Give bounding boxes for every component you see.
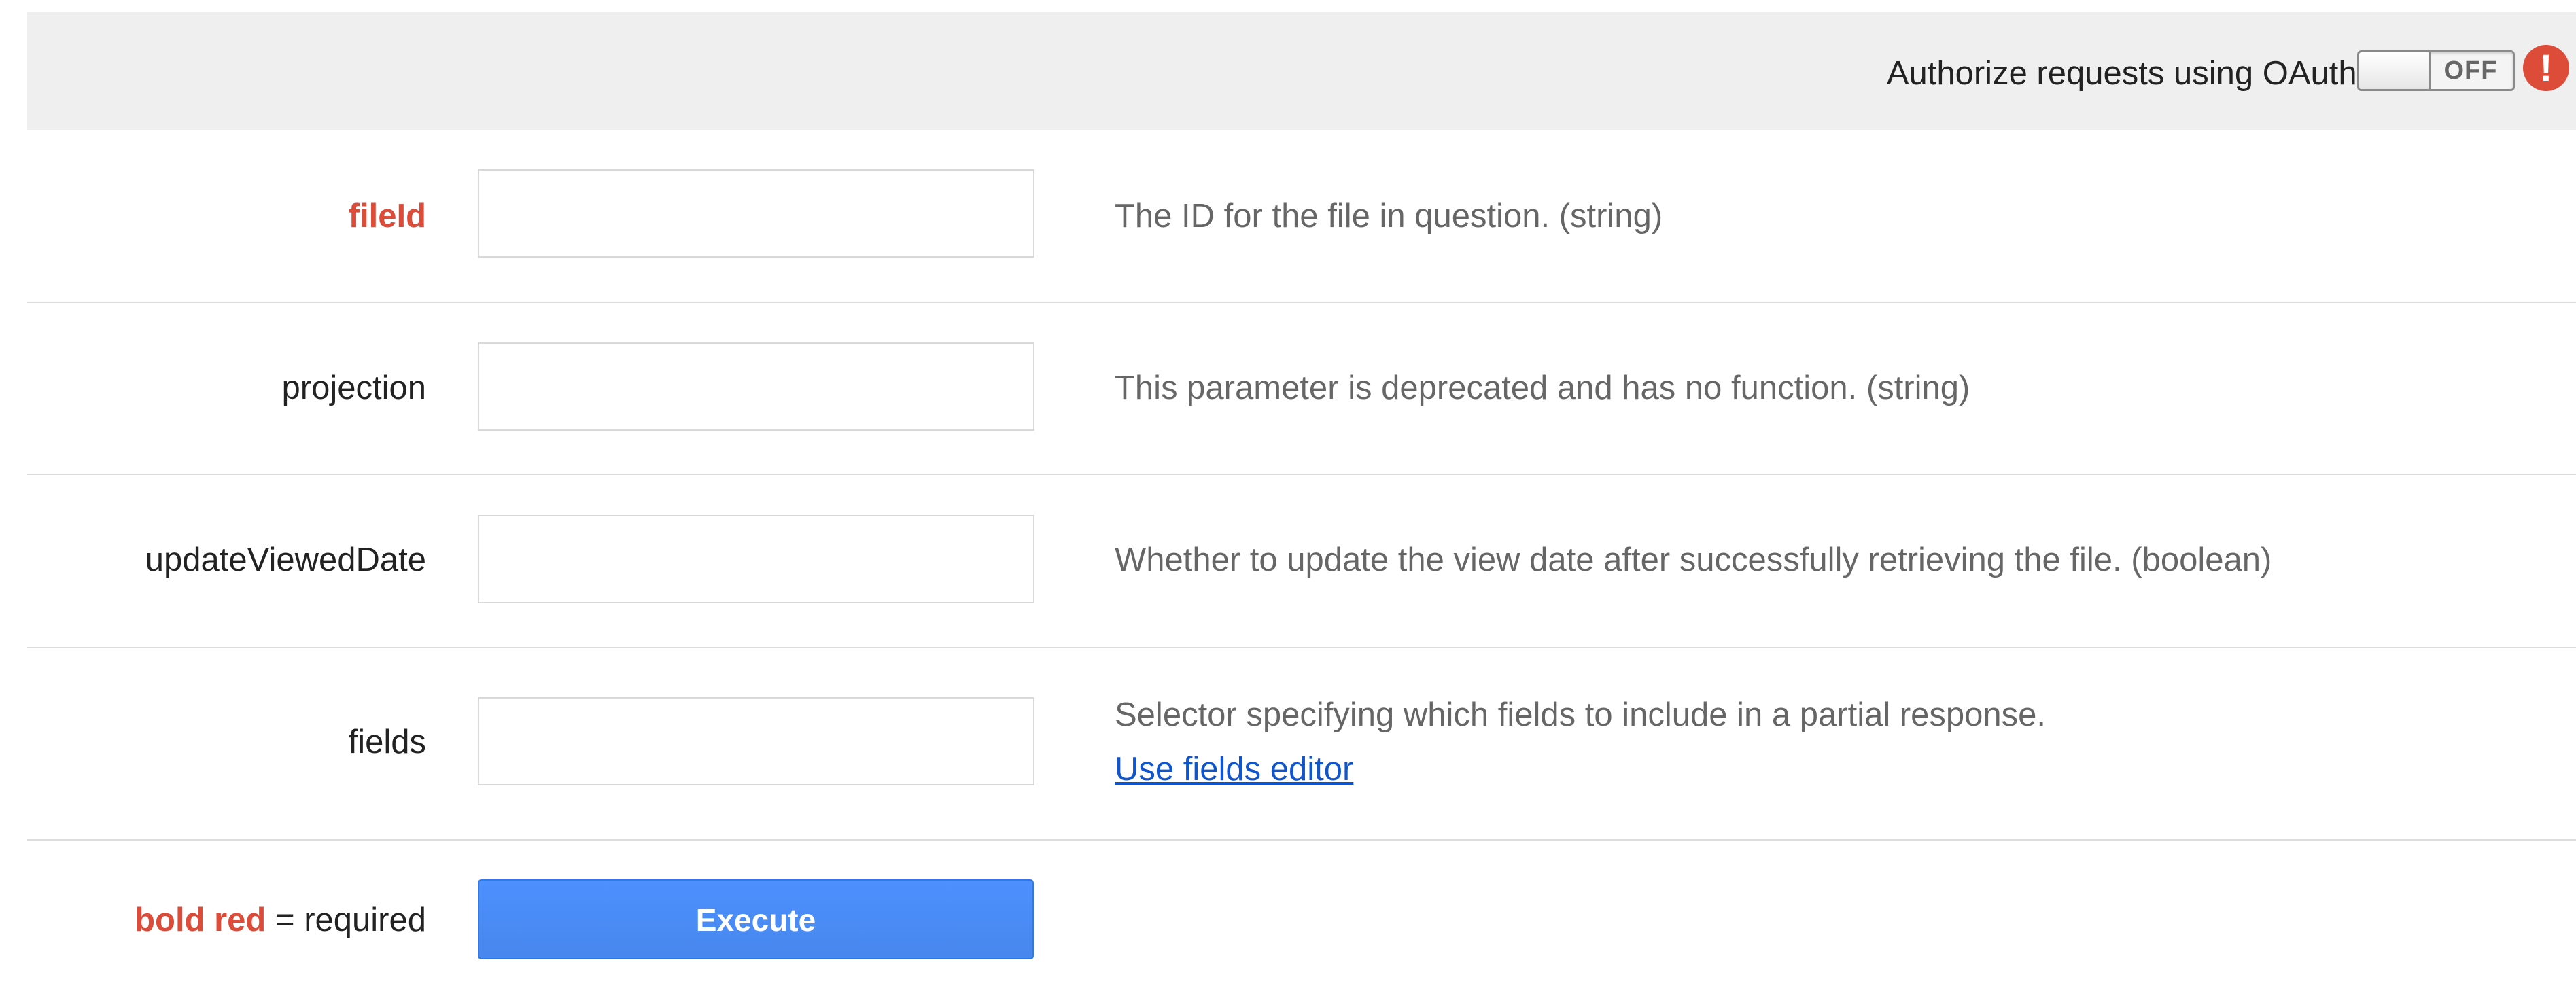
fields-editor-link[interactable]: Use fields editor xyxy=(1115,749,1353,790)
param-desc-fileid: The ID for the file in question. (string… xyxy=(1115,198,1663,234)
required-legend: bold red = required xyxy=(135,900,426,940)
fileid-input[interactable] xyxy=(478,169,1034,258)
api-explorer-page: Authorize requests using OAuth 2.0: OFF … xyxy=(0,0,2576,990)
toggle-state-label: OFF xyxy=(2443,56,2498,85)
param-label-projection: projection xyxy=(281,370,426,406)
legend-required-style: bold red xyxy=(135,902,266,938)
param-desc-updateviewed: Whether to update the view date after su… xyxy=(1115,542,2272,578)
toggle-knob[interactable] xyxy=(2359,52,2431,89)
execute-button[interactable]: Execute xyxy=(478,879,1034,959)
projection-input[interactable] xyxy=(478,342,1034,431)
oauth-toggle[interactable]: OFF xyxy=(2357,50,2515,91)
fields-input[interactable] xyxy=(478,697,1034,785)
updateviewed-input[interactable] xyxy=(478,515,1034,603)
legend-equals-text: = required xyxy=(266,902,426,938)
param-label-fileid: fileId xyxy=(348,198,426,234)
param-label-updateviewed: updateViewedDate xyxy=(145,542,426,578)
param-desc-projection: This parameter is deprecated and has no … xyxy=(1115,370,1970,406)
param-desc-fields: Selector specifying which fields to incl… xyxy=(1115,696,2047,733)
exclamation-icon: ! xyxy=(2523,45,2569,91)
param-label-fields: fields xyxy=(348,724,426,760)
oauth-label: Authorize requests using OAuth 2.0: xyxy=(1886,55,2422,92)
